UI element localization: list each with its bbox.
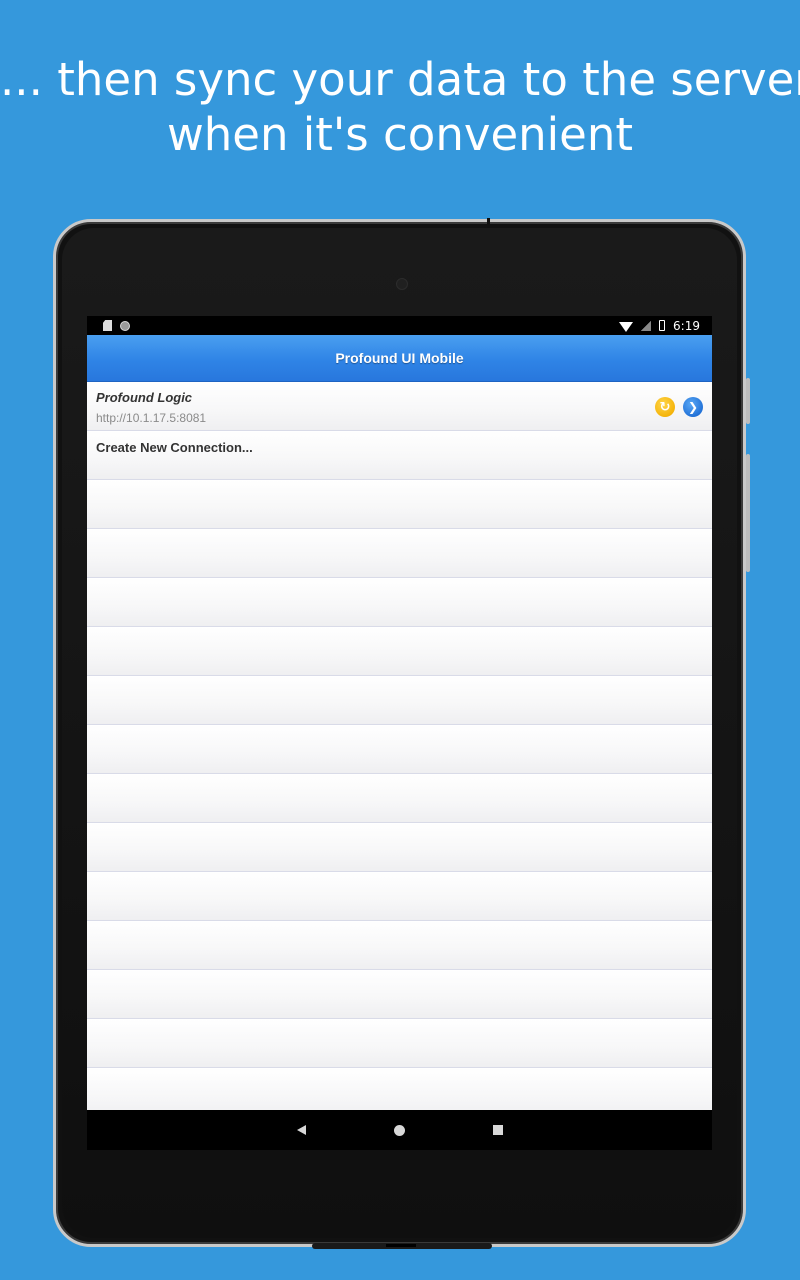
device-screen: 6:19 Profound UI Mobile Profound Logic h… [87,316,712,1150]
connection-item[interactable]: Profound Logic http://10.1.17.5:8081 ↻ ❯ [87,382,712,431]
list-item [87,872,712,921]
recents-icon[interactable] [492,1125,503,1135]
connection-list: Profound Logic http://10.1.17.5:8081 ↻ ❯… [87,382,712,1117]
status-right: 6:19 [619,319,700,333]
circle-notification-icon [120,320,130,331]
connection-name: Profound Logic [96,390,193,405]
headline: ... then sync your data to the server wh… [0,52,800,162]
navigation-bar [87,1110,712,1150]
list-item [87,480,712,529]
wifi-icon [619,321,634,332]
volume-button [746,378,750,424]
front-camera-icon [396,278,408,290]
power-button [746,454,750,572]
app-title: Profound UI Mobile [335,350,464,366]
list-item [87,774,712,823]
sync-icon[interactable]: ↻ [655,397,675,417]
go-arrow-icon[interactable]: ❯ [683,397,703,417]
list-item [87,725,712,774]
status-time: 6:19 [673,318,700,333]
top-sensor [487,218,490,224]
headline-line-2: when it's convenient [166,108,634,161]
status-left [103,320,130,331]
battery-icon [659,320,666,331]
home-icon[interactable] [393,1124,405,1136]
status-bar: 6:19 [87,316,712,335]
create-connection-item[interactable]: Create New Connection... [87,431,712,480]
list-item [87,970,712,1019]
list-item [87,1019,712,1068]
sd-card-icon [103,320,112,331]
bottom-port [386,1244,416,1247]
list-item [87,529,712,578]
list-item [87,578,712,627]
list-item [87,823,712,872]
create-connection-label: Create New Connection... [96,440,253,455]
headline-line-1: ... then sync your data to the server [0,53,800,106]
app-header: Profound UI Mobile [87,335,712,382]
signal-icon [641,320,652,331]
connection-actions: ↻ ❯ [655,397,703,417]
list-item [87,676,712,725]
back-icon[interactable] [296,1125,306,1135]
connection-url: http://10.1.17.5:8081 [96,411,207,425]
list-item [87,627,712,676]
list-item [87,921,712,970]
